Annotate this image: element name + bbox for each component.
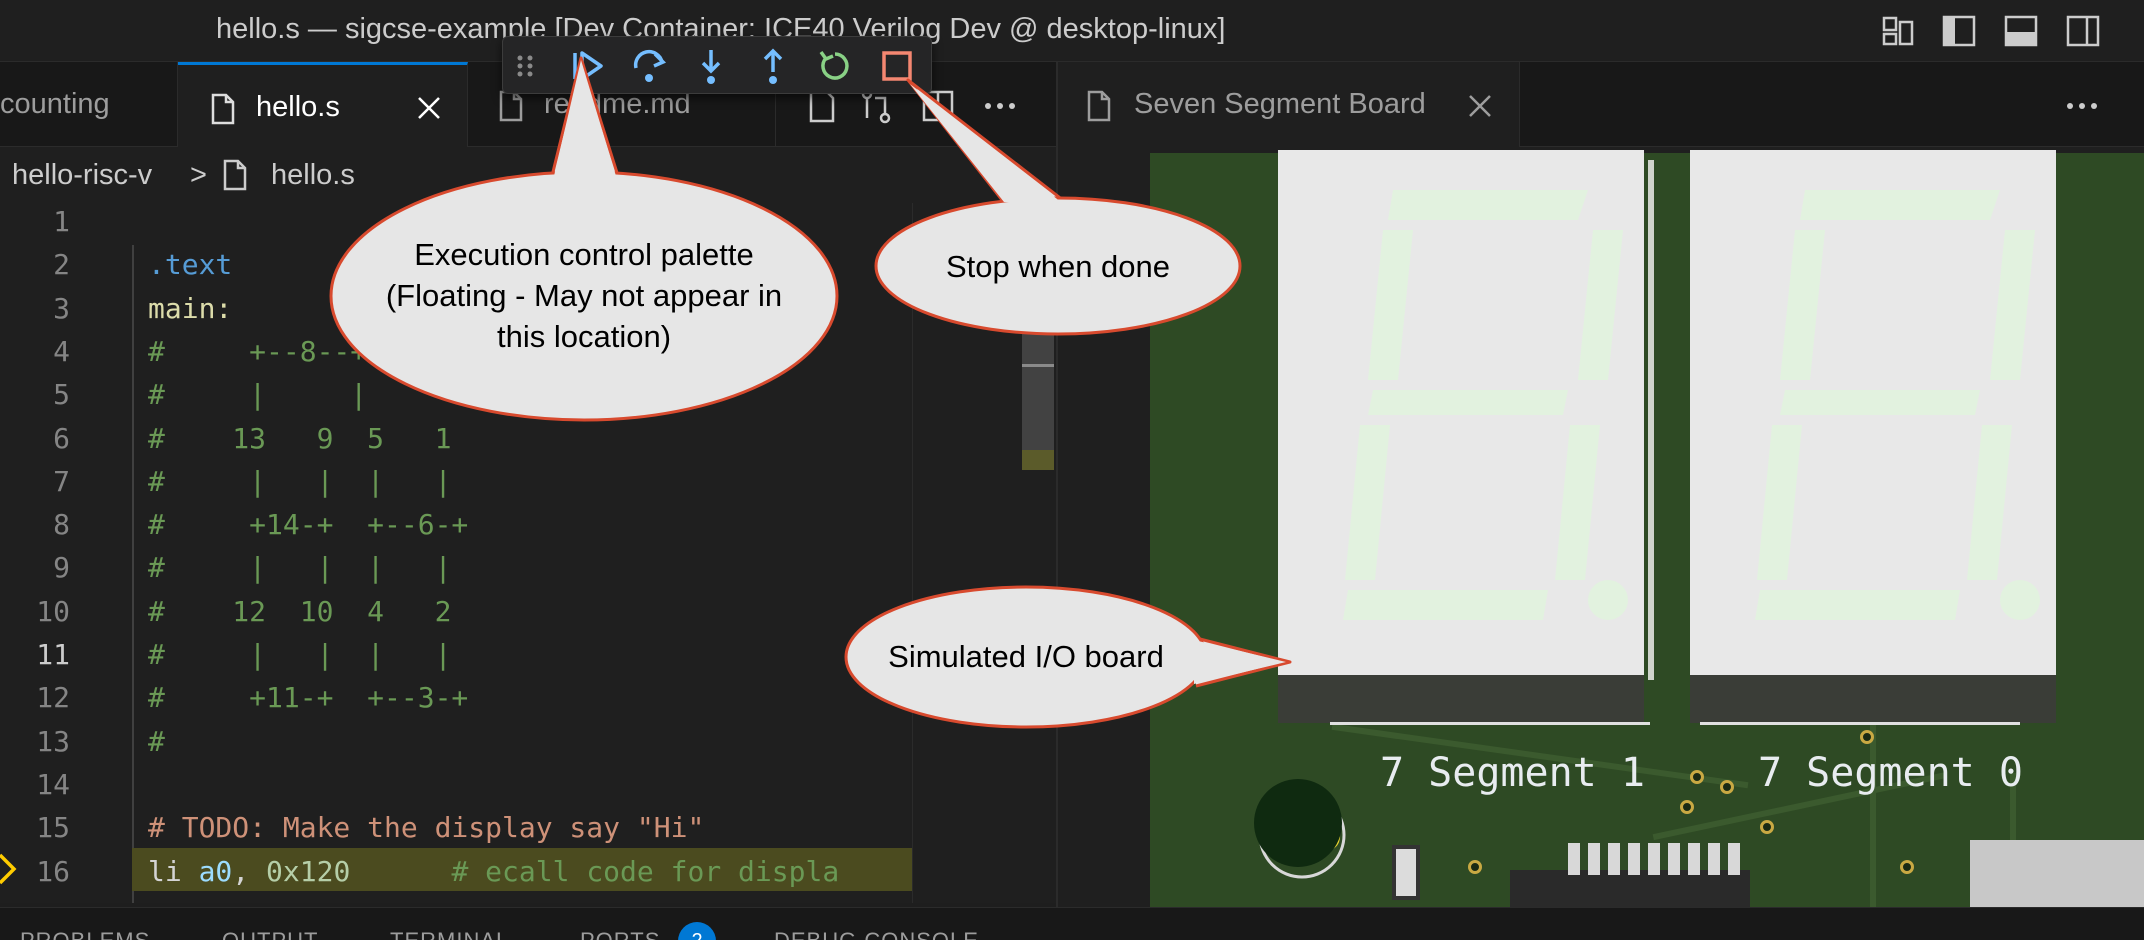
tab-output[interactable]: OUTPUT: [222, 928, 318, 940]
file-icon: [223, 159, 247, 191]
code-line: #: [148, 724, 165, 758]
code-line: li a0, 0x120 # ecall code for displa: [148, 854, 840, 888]
line-number[interactable]: 11: [0, 638, 70, 671]
code-line: # +--8--+: [148, 334, 368, 368]
minimap[interactable]: [912, 203, 1012, 903]
led: [1254, 779, 1346, 879]
breadcrumb-separator: >: [190, 159, 207, 191]
step-into-icon[interactable]: [691, 46, 731, 86]
line-number[interactable]: 5: [0, 378, 70, 411]
drag-handle-icon[interactable]: [513, 46, 537, 86]
code-line: # | | | |: [148, 464, 452, 498]
code-line: main:: [148, 291, 233, 325]
label-underline: [1330, 722, 1650, 725]
continue-icon[interactable]: [567, 46, 607, 86]
palette-callout-line: (Floating - May not appear in: [385, 278, 783, 313]
line-number[interactable]: 1: [0, 205, 70, 238]
palette-callout-line: Execution control palette: [414, 237, 754, 272]
code-line: # | | | |: [148, 551, 452, 585]
tab-label: counting: [0, 88, 110, 120]
stop-icon[interactable]: [877, 46, 917, 86]
line-number[interactable]: 8: [0, 508, 70, 541]
close-icon[interactable]: [414, 93, 444, 123]
code-line: # +11-+ +--3-+: [148, 681, 469, 715]
ic-chip: [1510, 870, 1750, 907]
code-line: .text: [148, 248, 233, 282]
toggle-secondary-sidebar-icon[interactable]: [2064, 12, 2102, 50]
scrollbar-slider[interactable]: [1022, 330, 1054, 470]
tab-debug-console[interactable]: DEBUG CONSOLE: [774, 928, 979, 940]
line-number[interactable]: 15: [0, 811, 70, 844]
tab-terminal[interactable]: TERMINAL: [390, 928, 509, 940]
debug-toolbar: [502, 36, 932, 94]
file-icon: [499, 90, 523, 122]
breadcrumb: hello-risc-v > hello.s: [0, 147, 1056, 203]
tab-seven-segment-board[interactable]: Seven Segment Board: [1058, 62, 1520, 147]
palette-callout-line: this location): [496, 319, 672, 354]
step-out-icon[interactable]: [753, 46, 793, 86]
digit-base: [1690, 675, 2056, 723]
file-icon: [211, 93, 235, 125]
more-actions-icon[interactable]: [2062, 86, 2102, 126]
code-line: # | |: [148, 378, 368, 412]
indent-guide: [132, 245, 134, 903]
digit-base: [1278, 675, 1644, 723]
line-number[interactable]: 10: [0, 595, 70, 628]
palette-callout-text: Execution control palette (Floating - Ma…: [346, 234, 822, 357]
code-line: # | | | |: [148, 638, 452, 671]
code-line: # 12 10 4 2: [148, 594, 452, 628]
resistor: [1392, 845, 1420, 900]
segment-1-label: 7 Segment 1: [1380, 750, 1645, 796]
close-icon[interactable]: [1466, 92, 1494, 120]
tab-hello-s[interactable]: hello.s: [178, 62, 468, 147]
line-number[interactable]: 16: [0, 855, 70, 888]
segment-0-label: 7 Segment 0: [1758, 750, 2023, 796]
scrollbar-cursor-marker: [1022, 364, 1054, 367]
stop-callout-text: Stop when done: [945, 249, 1171, 284]
tab-problems[interactable]: PROBLEMS: [20, 928, 150, 940]
tab-label: hello.s: [256, 91, 340, 123]
scrollbar-debug-marker: [1022, 450, 1054, 470]
customize-layout-icon[interactable]: [1880, 12, 1918, 50]
board-callout-text: Simulated I/O board: [888, 639, 1164, 674]
restart-icon[interactable]: [815, 46, 855, 86]
panel-tab-bar: PROBLEMS OUTPUT TERMINAL PORTS DEBUG CON…: [0, 907, 2144, 940]
tab-label: Seven Segment Board: [1134, 88, 1426, 120]
breadcrumb-folder[interactable]: hello-risc-v: [12, 159, 152, 192]
line-number[interactable]: 9: [0, 551, 70, 584]
more-actions-icon[interactable]: [980, 86, 1020, 126]
usb-connector: [1970, 840, 2144, 907]
seven-segment-digit-0: [1690, 150, 2056, 675]
seven-segment-digit-1: [1278, 150, 1644, 675]
line-number[interactable]: 2: [0, 248, 70, 281]
line-number[interactable]: 7: [0, 465, 70, 498]
file-icon: [1087, 90, 1111, 122]
line-number[interactable]: 13: [0, 725, 70, 758]
line-number[interactable]: 4: [0, 335, 70, 368]
step-over-icon[interactable]: [629, 46, 669, 86]
breadcrumb-file[interactable]: hello.s: [271, 159, 355, 192]
code-line: # 13 9 5 1: [148, 421, 452, 455]
title-bar: hello.s — sigcse-example [Dev Container:…: [0, 0, 2144, 62]
code-line: # TODO: Make the display say "Hi": [148, 811, 705, 845]
line-number[interactable]: 3: [0, 292, 70, 325]
digit-separator: [1648, 160, 1654, 680]
tab-counting[interactable]: counting: [0, 62, 178, 147]
tab-ports[interactable]: PORTS: [580, 928, 660, 940]
line-number[interactable]: 14: [0, 768, 70, 801]
line-number[interactable]: 12: [0, 681, 70, 714]
toggle-panel-icon[interactable]: [2002, 12, 2040, 50]
board-tab-bar: Seven Segment Board: [1058, 62, 2144, 147]
label-underline: [1700, 722, 2020, 725]
toggle-primary-sidebar-icon[interactable]: [1940, 12, 1978, 50]
line-number[interactable]: 6: [0, 422, 70, 455]
code-line: # +14-+ +--6-+: [148, 508, 469, 542]
